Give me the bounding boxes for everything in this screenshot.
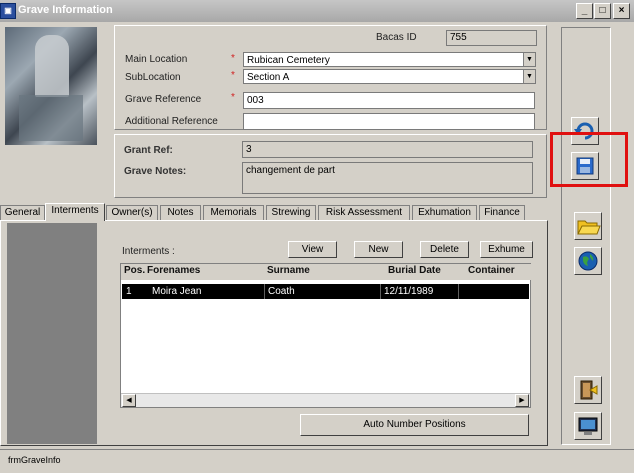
grave-reference-label: Grave Reference: [125, 94, 202, 105]
view-button[interactable]: View: [288, 241, 337, 258]
delete-button[interactable]: Delete: [420, 241, 469, 258]
grant-ref-field: 3: [242, 141, 533, 158]
required-marker: *: [231, 70, 235, 81]
scroll-right-icon[interactable]: ▶: [515, 394, 529, 407]
row-pos: 1: [126, 286, 132, 297]
tab-memorials[interactable]: Memorials: [203, 205, 264, 220]
chevron-down-icon[interactable]: ▼: [523, 53, 535, 66]
required-marker: *: [231, 53, 235, 64]
column-divider: [458, 284, 459, 299]
tab-exhumation[interactable]: Exhumation: [412, 205, 477, 220]
bacas-id-field: 755: [446, 30, 537, 46]
tab-general[interactable]: General: [0, 205, 45, 220]
new-button[interactable]: New: [354, 241, 403, 258]
grave-notes-label: Grave Notes:: [124, 166, 187, 177]
tab-interments[interactable]: Interments: [45, 203, 105, 221]
tab-finance[interactable]: Finance: [479, 205, 525, 220]
scroll-left-icon[interactable]: ◀: [122, 394, 136, 407]
row-burial-date: 12/11/1989: [384, 286, 434, 297]
minimize-button[interactable]: _: [576, 3, 593, 19]
grave-plot-shape: [19, 95, 83, 141]
app-icon[interactable]: ▣: [0, 3, 16, 19]
additional-reference-label: Additional Reference: [125, 116, 218, 127]
auto-number-positions-button[interactable]: Auto Number Positions: [300, 414, 529, 436]
bacas-id-label: Bacas ID: [376, 32, 417, 43]
interments-left-panel: [7, 223, 97, 444]
column-header-pos[interactable]: Pos.: [124, 265, 145, 276]
grave-notes-field: changement de part: [242, 162, 533, 194]
chevron-down-icon[interactable]: ▼: [523, 70, 535, 83]
grave-reference-input[interactable]: 003: [243, 92, 535, 109]
monitor-icon: [578, 417, 598, 435]
exhume-button[interactable]: Exhume: [480, 241, 533, 258]
tab-strewing[interactable]: Strewing: [266, 205, 316, 220]
sublocation-select[interactable]: Section A ▼: [243, 69, 536, 84]
row-surname: Coath: [268, 286, 295, 297]
tab-risk-assessment[interactable]: Risk Assessment: [318, 205, 410, 220]
status-form-name: frmGraveInfo: [8, 455, 61, 465]
exit-button[interactable]: [574, 376, 602, 404]
close-button[interactable]: ×: [613, 3, 630, 19]
main-location-value: Rubican Cemetery: [247, 55, 330, 66]
column-header-forenames[interactable]: Forenames: [147, 265, 200, 276]
row-forenames: Moira Jean: [152, 286, 202, 297]
globe-icon: [578, 251, 598, 271]
column-header-burial-date[interactable]: Burial Date: [388, 265, 441, 276]
highlight-box: [550, 132, 628, 187]
sublocation-label: SubLocation: [125, 72, 181, 83]
column-header-surname[interactable]: Surname: [267, 265, 310, 276]
headstone-shape: [35, 35, 69, 97]
window-title: Grave Information: [18, 4, 113, 16]
web-button[interactable]: [574, 247, 602, 275]
grant-ref-label: Grant Ref:: [124, 145, 173, 156]
column-divider: [380, 284, 381, 299]
required-marker: *: [231, 92, 235, 103]
sublocation-value: Section A: [247, 72, 290, 83]
tab-owners[interactable]: Owner(s): [106, 205, 158, 220]
interments-section-label: Interments :: [122, 246, 175, 257]
horizontal-scrollbar[interactable]: [121, 393, 530, 407]
additional-reference-input[interactable]: [243, 113, 535, 130]
open-folder-icon: [577, 220, 601, 235]
grave-photo: [5, 27, 97, 145]
main-location-label: Main Location: [125, 54, 188, 65]
tab-notes[interactable]: Notes: [160, 205, 201, 220]
open-button[interactable]: [574, 212, 602, 240]
display-button[interactable]: [574, 412, 602, 440]
maximize-button[interactable]: □: [594, 3, 611, 19]
column-divider: [264, 284, 265, 299]
title-bar: ▣ Grave Information _ □ ×: [0, 0, 634, 22]
status-bar: [0, 449, 634, 473]
exit-door-icon: [580, 380, 598, 400]
column-header-container[interactable]: Container: [468, 265, 515, 276]
main-location-select[interactable]: Rubican Cemetery ▼: [243, 52, 536, 67]
